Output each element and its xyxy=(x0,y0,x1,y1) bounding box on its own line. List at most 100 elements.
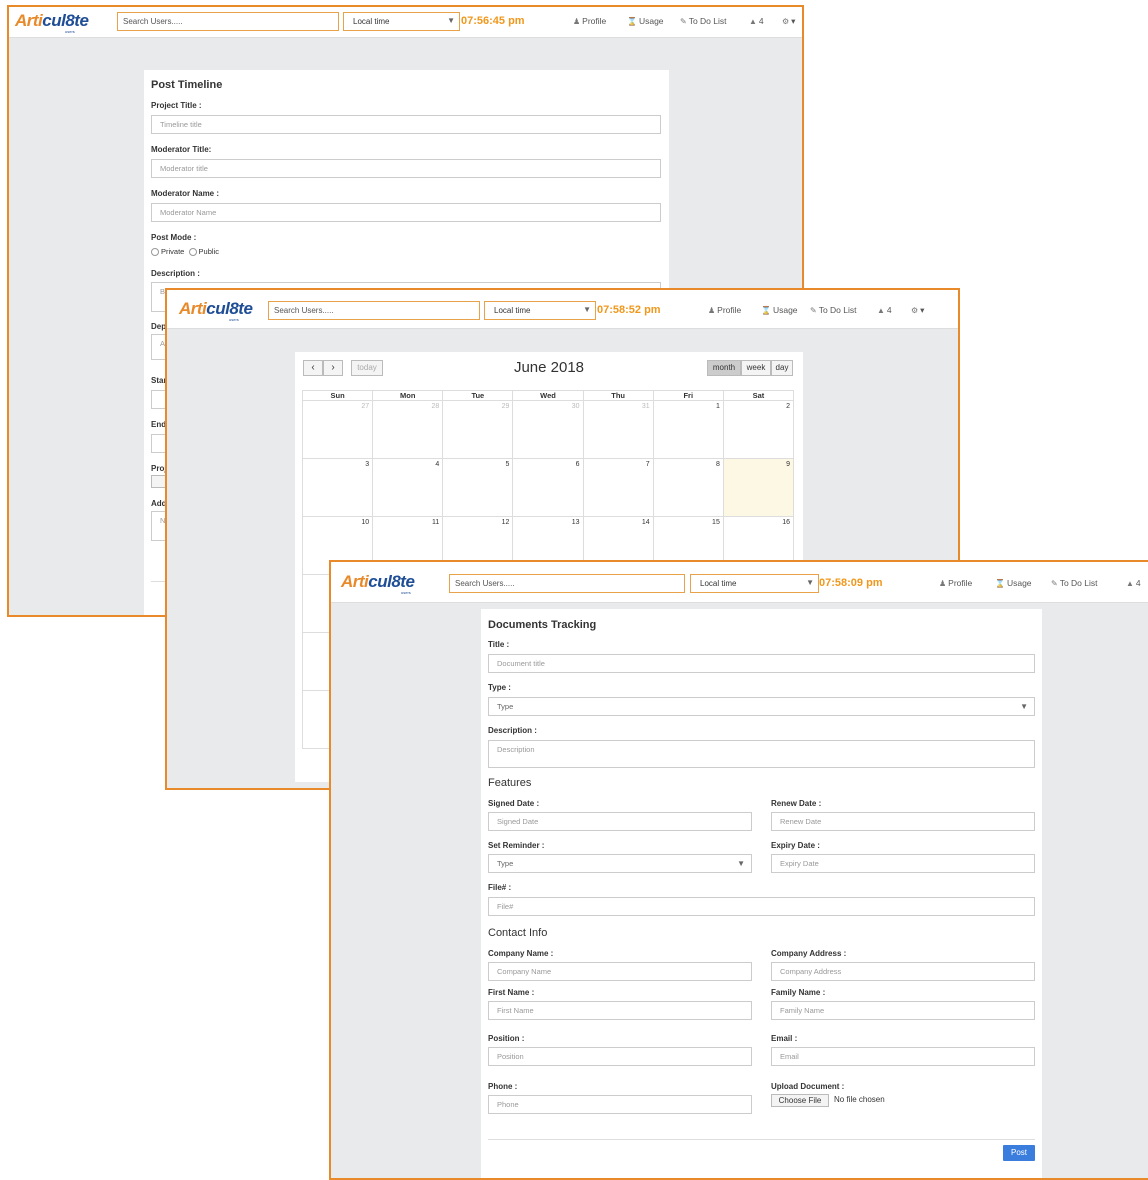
weekday-header: Sat xyxy=(722,390,795,401)
search-input[interactable]: Search Users..... xyxy=(268,301,480,320)
page-title: Documents Tracking xyxy=(488,619,597,631)
position-input[interactable]: Position xyxy=(488,1047,752,1066)
calendar-day-cell-today[interactable]: 9 xyxy=(722,458,795,517)
project-title-label: Project Title : xyxy=(151,101,202,110)
calendar-day-cell[interactable]: 8 xyxy=(652,458,724,517)
document-title-input[interactable]: Document title xyxy=(488,654,1035,673)
calendar-day-cell[interactable]: 31 xyxy=(582,400,654,459)
calendar-day-cell[interactable]: 27 xyxy=(301,400,374,459)
calendar-day-cell[interactable]: 4 xyxy=(372,458,444,517)
file-number-label: File# : xyxy=(488,883,512,892)
nav-profile[interactable]: ♟ Profile xyxy=(939,578,972,588)
moderator-title-input[interactable]: Moderator title xyxy=(151,159,661,178)
timezone-select[interactable]: Local time ▼ xyxy=(484,301,596,320)
edit-icon: ✎ xyxy=(1051,579,1058,588)
calendar-day-cell[interactable]: 28 xyxy=(372,400,444,459)
logo[interactable]: Articul8te xyxy=(341,572,415,592)
nav-notifications[interactable]: ▲ 4 xyxy=(1126,578,1141,588)
renew-date-input[interactable]: Renew Date xyxy=(771,812,1035,831)
nav-usage[interactable]: ⌛ Usage xyxy=(761,305,798,315)
file-number-input[interactable]: File# xyxy=(488,897,1035,916)
nav-usage[interactable]: ⌛ Usage xyxy=(627,16,664,26)
timezone-select[interactable]: Local time ▼ xyxy=(690,574,819,593)
type-select[interactable]: Type ▼ xyxy=(488,697,1035,716)
logo[interactable]: Articul8te xyxy=(15,11,89,31)
phone-label: Phone : xyxy=(488,1082,518,1091)
nav-todo[interactable]: ✎ To Do List xyxy=(810,305,857,315)
phone-input[interactable]: Phone xyxy=(488,1095,752,1114)
email-input[interactable]: Email xyxy=(771,1047,1035,1066)
features-heading: Features xyxy=(488,777,532,789)
expiry-date-label: Expiry Date : xyxy=(771,841,820,850)
edit-icon: ✎ xyxy=(680,17,687,26)
nav-profile[interactable]: ♟ Profile xyxy=(573,16,606,26)
post-mode-label: Post Mode : xyxy=(151,233,197,242)
dropdown-arrow-icon: ▼ xyxy=(1020,702,1028,711)
moderator-name-label: Moderator Name : xyxy=(151,189,220,198)
dropdown-arrow-icon: ▼ xyxy=(447,16,455,25)
view-month-button[interactable]: month xyxy=(707,360,741,376)
upload-document-label: Upload Document : xyxy=(771,1082,845,1091)
calendar-day-cell[interactable]: 30 xyxy=(512,400,584,459)
post-button[interactable]: Post xyxy=(1003,1145,1035,1161)
signed-date-input[interactable]: Signed Date xyxy=(488,812,752,831)
first-name-input[interactable]: First Name xyxy=(488,1001,752,1020)
set-reminder-label: Set Reminder : xyxy=(488,841,545,850)
description-textarea[interactable]: Description xyxy=(488,740,1035,768)
moderator-name-input[interactable]: Moderator Name xyxy=(151,203,661,222)
chevron-down-icon: ▾ xyxy=(791,16,796,26)
family-name-input[interactable]: Family Name xyxy=(771,1001,1035,1020)
calendar-day-cell[interactable]: 3 xyxy=(301,458,374,517)
company-name-input[interactable]: Company Name xyxy=(488,962,752,981)
dropdown-arrow-icon: ▼ xyxy=(737,859,745,868)
top-navbar: Articul8te users Search Users..... Local… xyxy=(331,562,1148,603)
calendar-day-cell[interactable]: 2 xyxy=(722,400,795,459)
logo[interactable]: Articul8te xyxy=(179,299,253,319)
nav-todo[interactable]: ✎ To Do List xyxy=(680,16,727,26)
weekday-header: Fri xyxy=(652,390,724,401)
view-week-button[interactable]: week xyxy=(741,360,771,376)
calendar-day-cell[interactable]: 29 xyxy=(442,400,514,459)
hourglass-icon: ⌛ xyxy=(761,306,771,315)
calendar-day-cell[interactable]: 5 xyxy=(442,458,514,517)
timezone-select[interactable]: Local time ▼ xyxy=(343,12,460,31)
first-name-label: First Name : xyxy=(488,988,535,997)
settings-menu[interactable]: ⚙ ▾ xyxy=(911,305,924,316)
settings-menu[interactable]: ⚙ ▾ xyxy=(782,16,795,27)
search-input[interactable]: Search Users..... xyxy=(449,574,685,593)
view-day-button[interactable]: day xyxy=(771,360,793,376)
end-date-label: End xyxy=(151,420,167,429)
weekday-header: Tue xyxy=(442,390,514,401)
company-address-label: Company Address : xyxy=(771,949,847,958)
position-label: Position : xyxy=(488,1034,525,1043)
nav-notifications[interactable]: ▲ 4 xyxy=(749,16,764,26)
set-reminder-select[interactable]: Type ▼ xyxy=(488,854,752,873)
company-address-input[interactable]: Company Address xyxy=(771,962,1035,981)
project-title-input[interactable]: Timeline title xyxy=(151,115,661,134)
nav-profile[interactable]: ♟ Profile xyxy=(708,305,741,315)
clock: 07:56:45 pm xyxy=(461,15,525,27)
dropdown-arrow-icon: ▼ xyxy=(583,305,591,314)
moderator-title-label: Moderator Title: xyxy=(151,145,212,154)
contact-info-heading: Contact Info xyxy=(488,927,548,939)
search-input[interactable]: Search Users..... xyxy=(117,12,339,31)
family-name-label: Family Name : xyxy=(771,988,826,997)
description-label: Description : xyxy=(488,726,537,735)
gear-icon: ⚙ xyxy=(782,17,790,26)
weekday-header: Mon xyxy=(372,390,444,401)
hourglass-icon: ⌛ xyxy=(627,17,637,26)
nav-usage[interactable]: ⌛ Usage xyxy=(995,578,1032,588)
calendar-day-cell[interactable]: 6 xyxy=(512,458,584,517)
logo-subtext: users xyxy=(401,590,411,595)
title-label: Title : xyxy=(488,640,510,649)
nav-todo[interactable]: ✎ To Do List xyxy=(1051,578,1098,588)
department-label: Dep xyxy=(151,322,167,331)
choose-file-button[interactable]: Choose File xyxy=(771,1094,829,1107)
calendar-day-cell[interactable]: 1 xyxy=(652,400,724,459)
radio-private[interactable]: Private xyxy=(151,247,184,257)
calendar-day-cell[interactable]: 7 xyxy=(582,458,654,517)
radio-public[interactable]: Public xyxy=(188,247,219,257)
signed-date-label: Signed Date : xyxy=(488,799,540,808)
expiry-date-input[interactable]: Expiry Date xyxy=(771,854,1035,873)
nav-notifications[interactable]: ▲ 4 xyxy=(877,305,892,315)
